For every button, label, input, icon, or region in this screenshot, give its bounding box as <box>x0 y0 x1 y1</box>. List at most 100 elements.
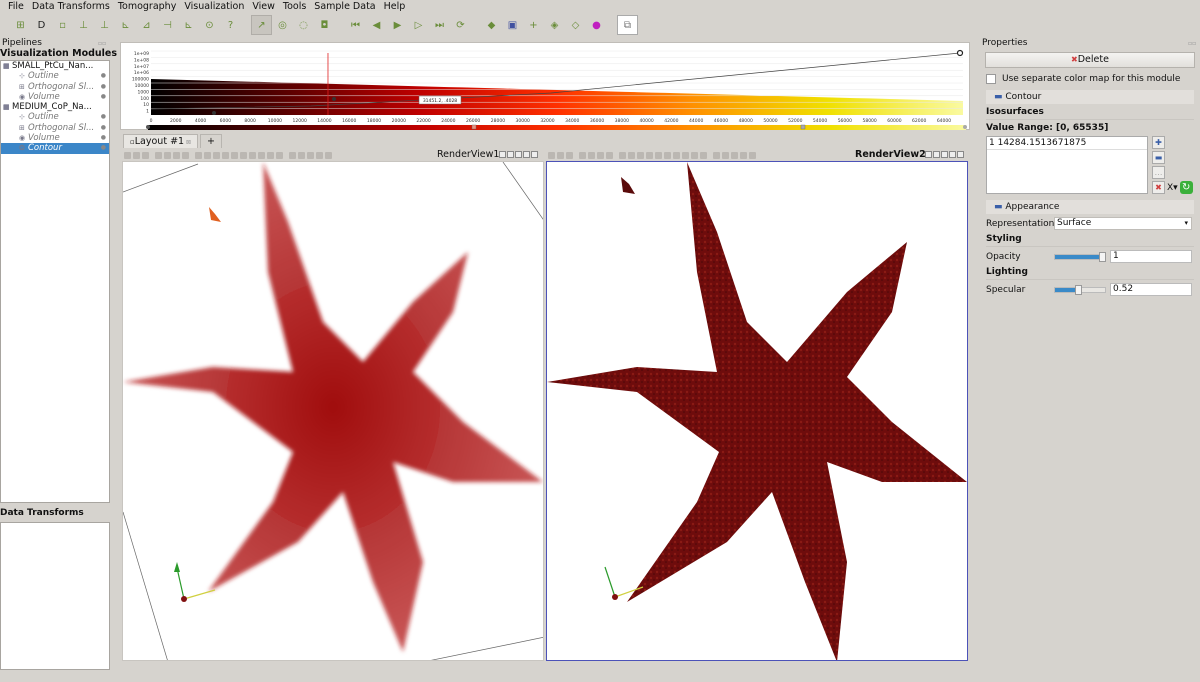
view-tool-icon[interactable] <box>557 152 564 159</box>
view-tool-icon[interactable] <box>298 152 305 159</box>
add-layout-tab-button[interactable]: + <box>200 134 222 148</box>
open-data-icon[interactable]: ⊞ <box>10 15 31 35</box>
pick-icon[interactable]: ↗ <box>251 15 272 35</box>
align-icon[interactable]: ⊾ <box>115 15 136 35</box>
view-tool-icon[interactable] <box>316 152 323 159</box>
view-tool-icon[interactable] <box>691 152 698 159</box>
view-tool-icon[interactable] <box>204 152 211 159</box>
view-tool-icon[interactable] <box>155 152 162 159</box>
tomo-icon[interactable]: ◈ <box>544 15 565 35</box>
histogram-chart[interactable]: 1e+091e+081e+071e+0610000010000100010010… <box>121 43 971 131</box>
menu-tomography[interactable]: Tomography <box>114 0 181 13</box>
appearance-section-header[interactable]: ▬ Appearance <box>986 200 1194 214</box>
view-tool-icon[interactable] <box>749 152 756 159</box>
histogram-colormap-editor[interactable]: 1e+09 1e+08 1e+07 1e+06 100000 10000 1000 100 10… <box>120 42 970 130</box>
view-tool-icon[interactable] <box>307 152 314 159</box>
view-tool-icon[interactable] <box>289 152 296 159</box>
opacity-input[interactable]: 1 <box>1110 250 1192 263</box>
separate-colormap-checkbox[interactable] <box>986 74 996 84</box>
view-tool-icon[interactable] <box>231 152 238 159</box>
view-tool-icon[interactable] <box>637 152 644 159</box>
render-view-2[interactable] <box>546 161 968 661</box>
reconstruct-2-icon[interactable]: ⊥ <box>94 15 115 35</box>
reconstruct-icon[interactable]: ⊥ <box>73 15 94 35</box>
view-tool-icon[interactable] <box>579 152 586 159</box>
menu-visualization[interactable]: Visualization <box>180 0 248 13</box>
x-dropdown[interactable]: X▾ <box>1167 183 1178 193</box>
view-tool-icon[interactable] <box>731 152 738 159</box>
view-tool-icon[interactable] <box>213 152 220 159</box>
reset-camera-icon[interactable]: ◎ <box>272 15 293 35</box>
isosurface-row[interactable]: 1 14284.1513671875 <box>987 137 1147 150</box>
view-tool-icon[interactable] <box>588 152 595 159</box>
view-tool-icon[interactable] <box>164 152 171 159</box>
delete-button[interactable]: ✖Delete <box>985 52 1195 68</box>
view-tool-icon[interactable] <box>124 152 131 159</box>
view-tool-icon[interactable] <box>700 152 707 159</box>
remove-value-icon[interactable]: ▬ <box>1152 151 1165 164</box>
add-value-icon[interactable]: ✚ <box>1152 136 1165 149</box>
visibility-eye-icon[interactable]: ● <box>101 133 106 143</box>
visibility-eye-icon[interactable]: ● <box>101 123 106 133</box>
next-frame-icon[interactable]: ▷ <box>408 15 429 35</box>
python-icon[interactable]: ◆ <box>481 15 502 35</box>
view-tool-icon[interactable] <box>713 152 720 159</box>
split-vertical-icon[interactable] <box>933 151 940 158</box>
visibility-eye-icon[interactable]: ● <box>101 82 106 92</box>
pipeline-item[interactable]: ⊞ Orthogonal Sl... ● <box>1 123 109 133</box>
menu-tools[interactable]: Tools <box>279 0 310 13</box>
pipeline-item[interactable]: ⊹ Outline ● <box>1 71 109 81</box>
save-icon[interactable]: ▫ <box>52 15 73 35</box>
prev-frame-icon[interactable]: ◀ <box>366 15 387 35</box>
view-menu-icon[interactable] <box>957 151 964 158</box>
view-tool-icon[interactable] <box>258 152 265 159</box>
visibility-eye-icon[interactable]: ● <box>101 71 106 81</box>
view-tool-icon[interactable] <box>664 152 671 159</box>
view-tool-icon[interactable] <box>195 152 202 159</box>
view-tool-icon[interactable] <box>548 152 555 159</box>
cube-icon[interactable]: ▣ <box>502 15 523 35</box>
tab-layout-1[interactable]: ▫Layout #1 ⊠ <box>123 134 199 148</box>
view-tool-icon[interactable] <box>619 152 626 159</box>
pipeline-item[interactable]: ⊞ Orthogonal Sl... ● <box>1 82 109 92</box>
help-icon[interactable]: ? <box>220 15 241 35</box>
contour-section-header[interactable]: ▬ Contour <box>986 90 1194 104</box>
view-tool-icon[interactable] <box>673 152 680 159</box>
representation-select[interactable]: Surface ▾ <box>1054 217 1192 230</box>
last-frame-icon[interactable]: ⏭ <box>429 15 450 35</box>
data-transforms-list[interactable] <box>0 522 110 670</box>
menu-data-transforms[interactable]: Data Transforms <box>28 0 114 13</box>
isosurface-list[interactable]: 1 14284.1513671875 <box>986 136 1148 194</box>
close-view-icon[interactable] <box>523 151 530 158</box>
align-3-icon[interactable]: ⊣ <box>157 15 178 35</box>
specular-input[interactable]: 0.52 <box>1110 283 1192 296</box>
pipeline-item[interactable]: ◉ Volume ● <box>1 133 109 143</box>
load-dark-icon[interactable]: D <box>31 15 52 35</box>
panel-float-close-icon[interactable]: ▫▫ <box>1188 40 1196 47</box>
refresh-icon[interactable]: ↻ <box>1179 181 1193 194</box>
view-tool-icon[interactable] <box>267 152 274 159</box>
view-tool-icon[interactable] <box>142 152 149 159</box>
remove-all-icon[interactable]: ✖ <box>1152 181 1165 194</box>
view-tool-icon[interactable] <box>682 152 689 159</box>
view-tool-icon[interactable] <box>276 152 283 159</box>
pipeline-item[interactable]: ▦ SMALL_PtCu_Nan... <box>1 61 109 71</box>
add-range-icon[interactable]: … <box>1152 166 1165 179</box>
pipeline-item[interactable]: ◉ Volume ● <box>1 92 109 102</box>
split-horizontal-icon[interactable] <box>499 151 506 158</box>
specular-slider[interactable] <box>1054 284 1106 295</box>
view-tool-icon[interactable] <box>173 152 180 159</box>
view-tool-icon[interactable] <box>133 152 140 159</box>
visibility-eye-icon[interactable]: ● <box>101 112 106 122</box>
view-tool-icon[interactable] <box>222 152 229 159</box>
pipeline-item[interactable]: ▦ MEDIUM_CoP_Na... <box>1 102 109 112</box>
visibility-eye-icon[interactable]: ● <box>101 92 106 102</box>
first-frame-icon[interactable]: ⏮ <box>345 15 366 35</box>
maximize-icon[interactable] <box>941 151 948 158</box>
view-menu-icon[interactable] <box>531 151 538 158</box>
color-icon[interactable]: ● <box>586 15 607 35</box>
view-tool-icon[interactable] <box>182 152 189 159</box>
view-tool-icon[interactable] <box>740 152 747 159</box>
view-tool-icon[interactable] <box>606 152 613 159</box>
align-2-icon[interactable]: ⊿ <box>136 15 157 35</box>
